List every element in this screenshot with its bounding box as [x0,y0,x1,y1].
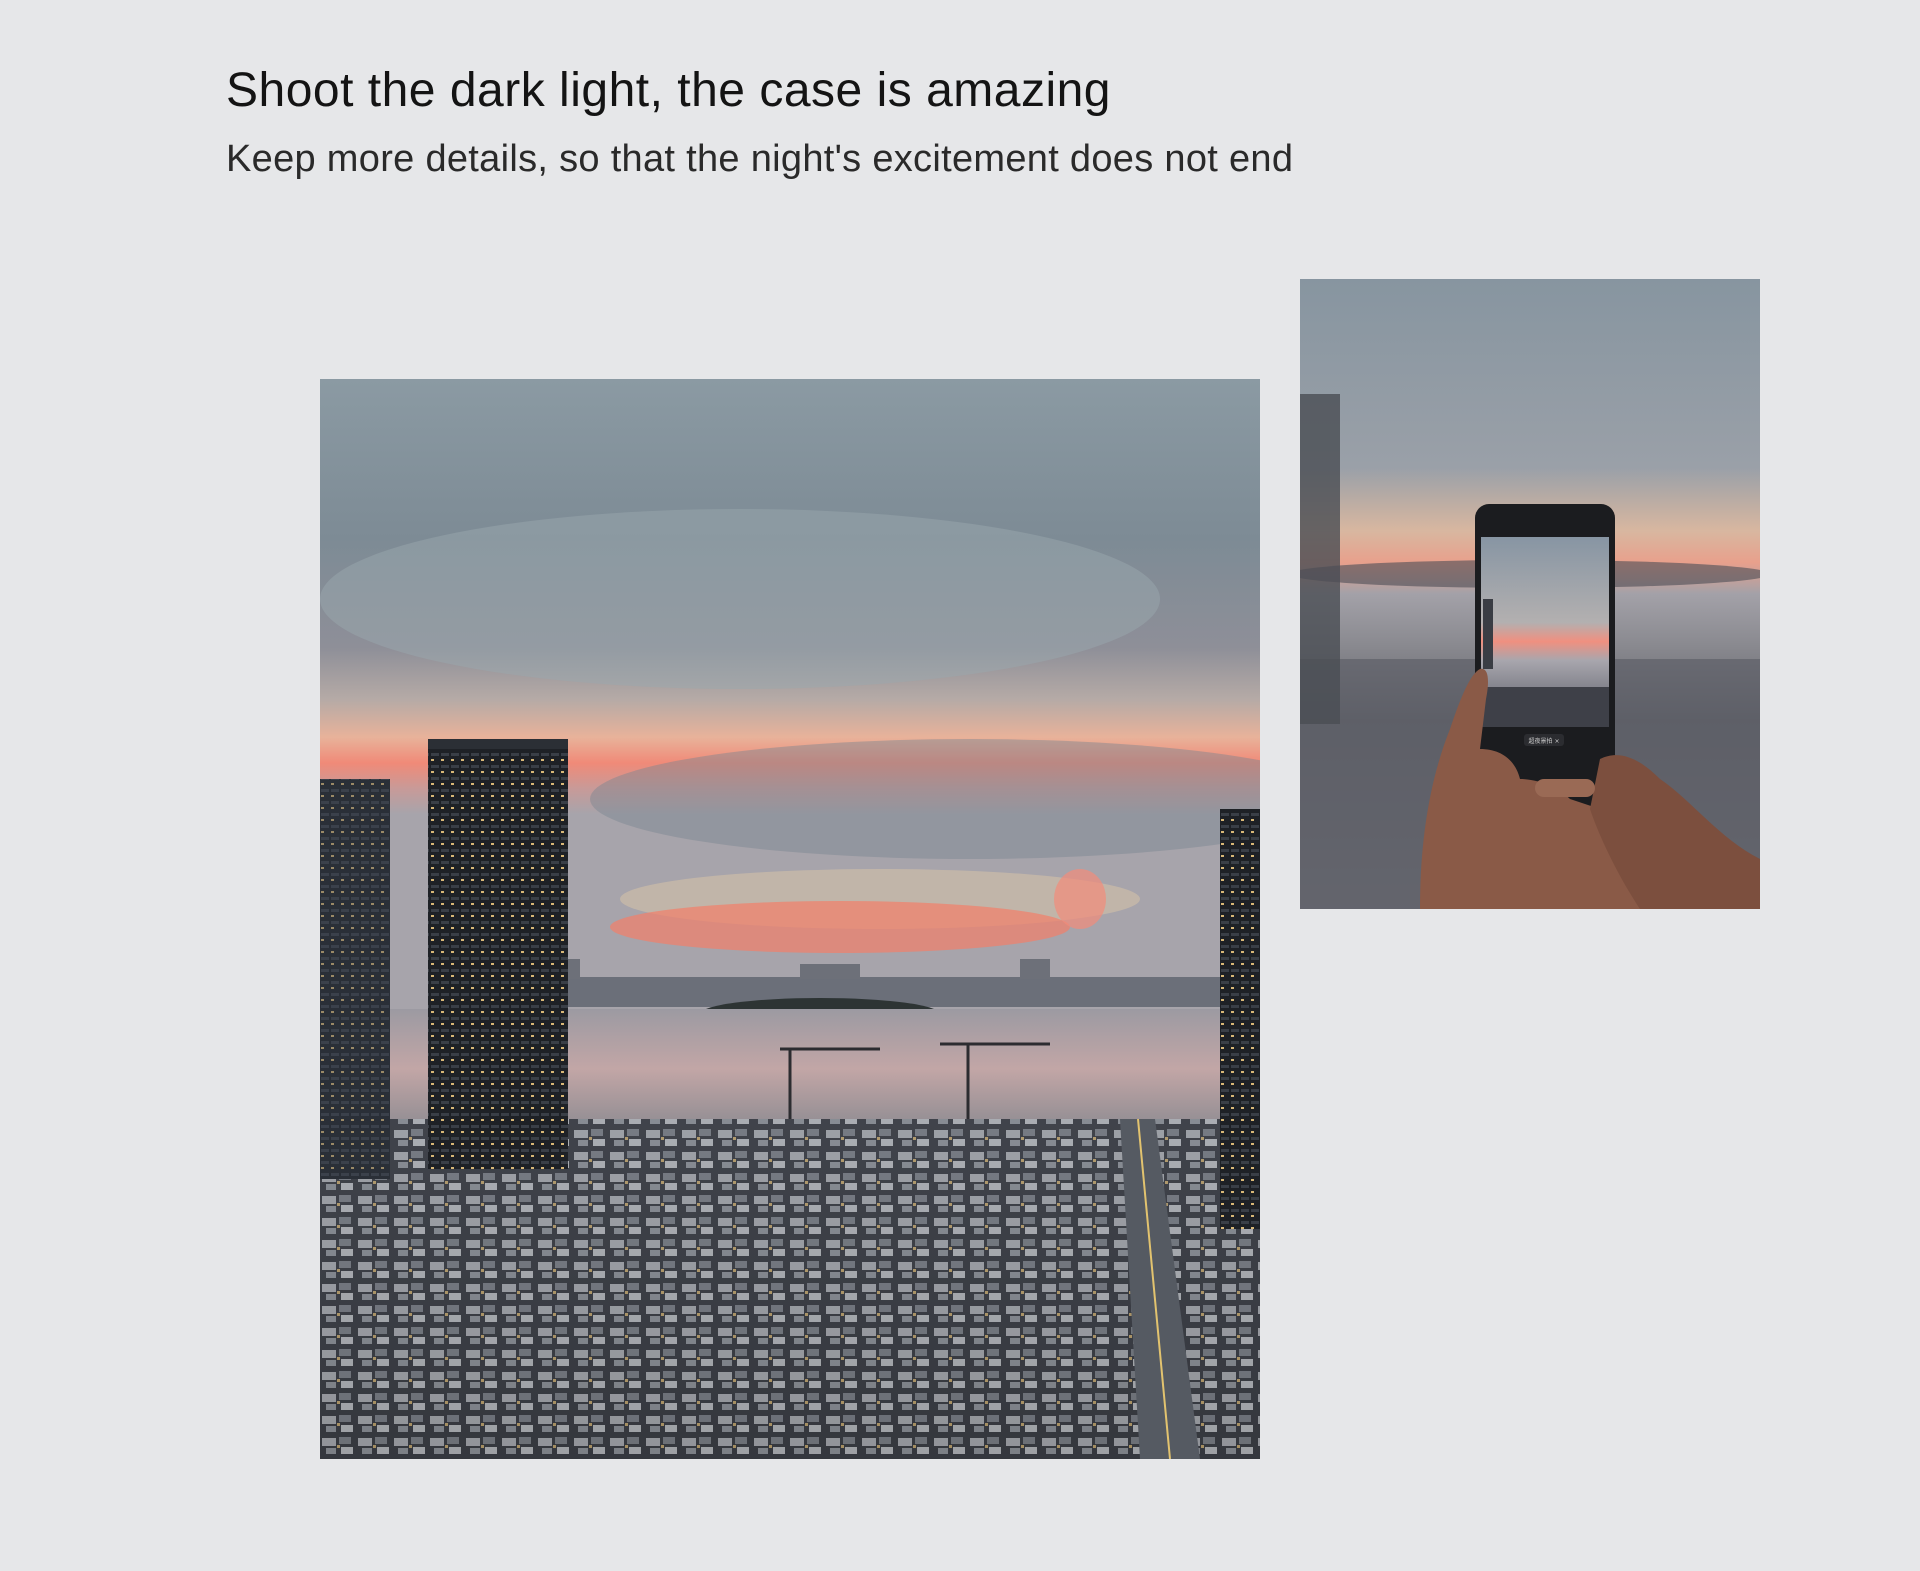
cityscape-image [320,379,1260,1459]
phone-mode-label: 超夜景拍 × [1529,737,1560,745]
cityscape-photo [320,379,1260,1459]
section-headline: Shoot the dark light, the case is amazin… [226,64,1111,117]
phone-shooting-image: 超夜景拍 × [1300,279,1760,909]
section-header: Shoot the dark light, the case is amazin… [226,58,1726,188]
section-subheadline: Keep more details, so that the night's e… [226,138,1294,180]
phone-shooting-photo: 超夜景拍 × [1300,279,1760,909]
